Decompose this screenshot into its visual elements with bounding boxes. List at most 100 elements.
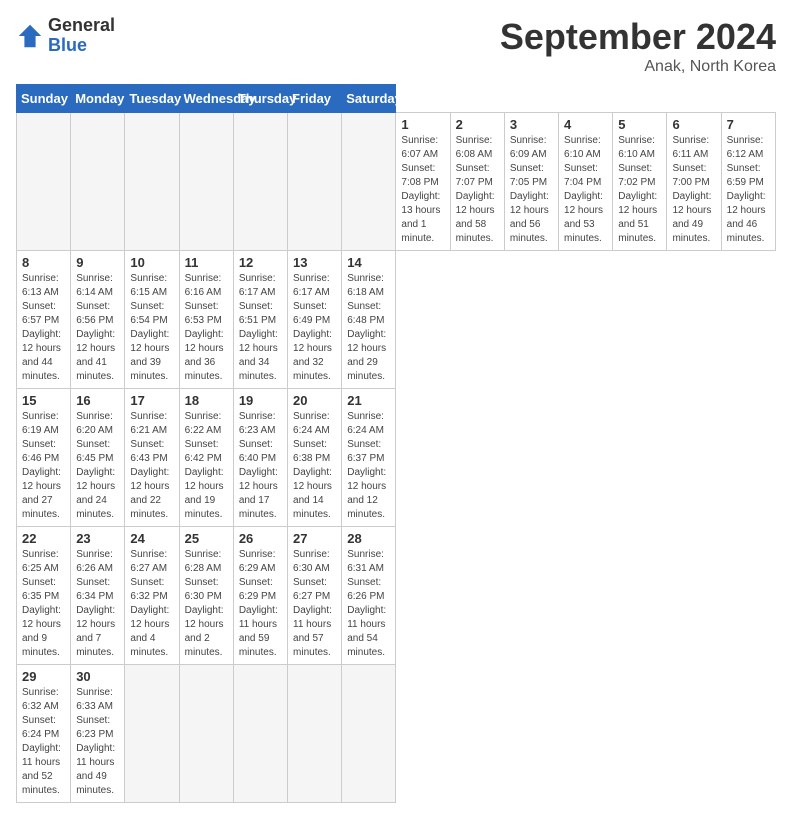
- calendar-cell: 11Sunrise: 6:16 AMSunset: 6:53 PMDayligh…: [179, 251, 233, 389]
- calendar-cell: 12Sunrise: 6:17 AMSunset: 6:51 PMDayligh…: [233, 251, 287, 389]
- day-number: 19: [239, 393, 282, 408]
- day-number: 13: [293, 255, 336, 270]
- calendar-cell: 18 Sunrise: 6:22 AMSunset: 6:42 PMDayligh…: [179, 389, 233, 527]
- calendar-cell: 21Sunrise: 6:24 AMSunset: 6:37 PMDayligh…: [342, 389, 396, 527]
- day-info: Sunrise: 6:08 AMSunset: 7:07 PMDaylight:…: [456, 134, 499, 246]
- day-info: Sunrise: 6:10 AMSunset: 7:04 PMDaylight:…: [564, 134, 607, 246]
- calendar-cell: 15Sunrise: 6:19 AMSunset: 6:46 PMDayligh…: [17, 389, 71, 527]
- calendar-cell: [125, 113, 179, 251]
- day-number: 17: [130, 393, 173, 408]
- calendar-cell: [179, 665, 233, 803]
- location: Anak, North Korea: [500, 58, 776, 76]
- day-number: 10: [130, 255, 173, 270]
- calendar-cell: 1Sunrise: 6:07 AMSunset: 7:08 PMDaylight…: [396, 113, 450, 251]
- calendar-cell: [233, 113, 287, 251]
- calendar-cell: [125, 665, 179, 803]
- day-number: 5: [618, 117, 661, 132]
- day-number: 25: [185, 531, 228, 546]
- day-number: 3: [510, 117, 553, 132]
- weekday-header-saturday: Saturday: [342, 85, 396, 113]
- day-number: 30: [76, 669, 119, 684]
- day-info: Sunrise: 6:17 AMSunset: 6:49 PMDaylight:…: [293, 272, 336, 384]
- calendar-cell: 16Sunrise: 6:20 AMSunset: 6:45 PMDayligh…: [71, 389, 125, 527]
- weekday-header-tuesday: Tuesday: [125, 85, 179, 113]
- day-info: Sunrise: 6:33 AMSunset: 6:23 PMDaylight:…: [76, 686, 119, 798]
- day-info: Sunrise: 6:29 AMSunset: 6:29 PMDaylight:…: [239, 548, 282, 660]
- calendar-cell: 8 Sunrise: 6:13 AMSunset: 6:57 PMDaylight…: [17, 251, 71, 389]
- day-info: Sunrise: 6:24 AMSunset: 6:37 PMDaylight:…: [347, 410, 390, 522]
- calendar-cell: 30 Sunrise: 6:33 AMSunset: 6:23 PMDayligh…: [71, 665, 125, 803]
- day-info: Sunrise: 6:09 AMSunset: 7:05 PMDaylight:…: [510, 134, 553, 246]
- calendar-week-row: 1Sunrise: 6:07 AMSunset: 7:08 PMDaylight…: [17, 113, 776, 251]
- day-info: Sunrise: 6:24 AMSunset: 6:38 PMDaylight:…: [293, 410, 336, 522]
- weekday-header-friday: Friday: [288, 85, 342, 113]
- day-number: 4: [564, 117, 607, 132]
- calendar-table: SundayMondayTuesdayWednesdayThursdayFrid…: [16, 84, 776, 803]
- day-info: Sunrise: 6:12 AMSunset: 6:59 PMDaylight:…: [727, 134, 770, 246]
- calendar-week-row: 8 Sunrise: 6:13 AMSunset: 6:57 PMDaylight…: [17, 251, 776, 389]
- calendar-cell: 7 Sunrise: 6:12 AMSunset: 6:59 PMDaylight…: [721, 113, 775, 251]
- calendar-cell: 9 Sunrise: 6:14 AMSunset: 6:56 PMDaylight…: [71, 251, 125, 389]
- logo-text: General Blue: [48, 16, 115, 56]
- day-info: Sunrise: 6:28 AMSunset: 6:30 PMDaylight:…: [185, 548, 228, 660]
- day-info: Sunrise: 6:13 AMSunset: 6:57 PMDaylight:…: [22, 272, 65, 384]
- day-info: Sunrise: 6:31 AMSunset: 6:26 PMDaylight:…: [347, 548, 390, 660]
- calendar-cell: 2 Sunrise: 6:08 AMSunset: 7:07 PMDaylight…: [450, 113, 504, 251]
- calendar-cell: [17, 113, 71, 251]
- day-number: 2: [456, 117, 499, 132]
- calendar-cell: 14Sunrise: 6:18 AMSunset: 6:48 PMDayligh…: [342, 251, 396, 389]
- weekday-header-sunday: Sunday: [17, 85, 71, 113]
- day-info: Sunrise: 6:22 AMSunset: 6:42 PMDaylight:…: [185, 410, 228, 522]
- calendar-cell: [288, 665, 342, 803]
- day-number: 24: [130, 531, 173, 546]
- day-number: 8: [22, 255, 65, 270]
- calendar-cell: 13 Sunrise: 6:17 AMSunset: 6:49 PMDayligh…: [288, 251, 342, 389]
- calendar-cell: 5 Sunrise: 6:10 AMSunset: 7:02 PMDaylight…: [613, 113, 667, 251]
- day-number: 9: [76, 255, 119, 270]
- day-info: Sunrise: 6:16 AMSunset: 6:53 PMDaylight:…: [185, 272, 228, 384]
- day-number: 23: [76, 531, 119, 546]
- day-info: Sunrise: 6:18 AMSunset: 6:48 PMDaylight:…: [347, 272, 390, 384]
- weekday-header-row: SundayMondayTuesdayWednesdayThursdayFrid…: [17, 85, 776, 113]
- calendar-cell: [179, 113, 233, 251]
- title-block: September 2024 Anak, North Korea: [500, 16, 776, 76]
- calendar-week-row: 29Sunrise: 6:32 AMSunset: 6:24 PMDayligh…: [17, 665, 776, 803]
- weekday-header-thursday: Thursday: [233, 85, 287, 113]
- calendar-cell: 6 Sunrise: 6:11 AMSunset: 7:00 PMDaylight…: [667, 113, 721, 251]
- day-number: 29: [22, 669, 65, 684]
- calendar-cell: 4 Sunrise: 6:10 AMSunset: 7:04 PMDaylight…: [559, 113, 613, 251]
- logo: General Blue: [16, 16, 115, 56]
- weekday-header-wednesday: Wednesday: [179, 85, 233, 113]
- day-number: 27: [293, 531, 336, 546]
- day-number: 12: [239, 255, 282, 270]
- logo-blue: Blue: [48, 36, 115, 56]
- logo-general: General: [48, 16, 115, 36]
- day-info: Sunrise: 6:11 AMSunset: 7:00 PMDaylight:…: [672, 134, 715, 246]
- day-number: 18: [185, 393, 228, 408]
- logo-icon: [16, 22, 44, 50]
- month-title: September 2024: [500, 16, 776, 58]
- day-number: 26: [239, 531, 282, 546]
- day-number: 7: [727, 117, 770, 132]
- day-number: 16: [76, 393, 119, 408]
- calendar-week-row: 15Sunrise: 6:19 AMSunset: 6:46 PMDayligh…: [17, 389, 776, 527]
- calendar-cell: [288, 113, 342, 251]
- day-info: Sunrise: 6:14 AMSunset: 6:56 PMDaylight:…: [76, 272, 119, 384]
- calendar-cell: 3 Sunrise: 6:09 AMSunset: 7:05 PMDaylight…: [504, 113, 558, 251]
- day-number: 1: [401, 117, 444, 132]
- day-info: Sunrise: 6:15 AMSunset: 6:54 PMDaylight:…: [130, 272, 173, 384]
- day-number: 6: [672, 117, 715, 132]
- calendar-cell: 27 Sunrise: 6:30 AMSunset: 6:27 PMDayligh…: [288, 527, 342, 665]
- calendar-cell: [233, 665, 287, 803]
- day-info: Sunrise: 6:10 AMSunset: 7:02 PMDaylight:…: [618, 134, 661, 246]
- calendar-cell: 25 Sunrise: 6:28 AMSunset: 6:30 PMDayligh…: [179, 527, 233, 665]
- day-info: Sunrise: 6:30 AMSunset: 6:27 PMDaylight:…: [293, 548, 336, 660]
- day-info: Sunrise: 6:23 AMSunset: 6:40 PMDaylight:…: [239, 410, 282, 522]
- calendar-cell: 29Sunrise: 6:32 AMSunset: 6:24 PMDayligh…: [17, 665, 71, 803]
- calendar-cell: 26 Sunrise: 6:29 AMSunset: 6:29 PMDayligh…: [233, 527, 287, 665]
- day-info: Sunrise: 6:19 AMSunset: 6:46 PMDaylight:…: [22, 410, 65, 522]
- page-header: General Blue September 2024 Anak, North …: [16, 16, 776, 76]
- calendar-cell: 22Sunrise: 6:25 AMSunset: 6:35 PMDayligh…: [17, 527, 71, 665]
- calendar-cell: 20Sunrise: 6:24 AMSunset: 6:38 PMDayligh…: [288, 389, 342, 527]
- calendar-cell: 28Sunrise: 6:31 AMSunset: 6:26 PMDayligh…: [342, 527, 396, 665]
